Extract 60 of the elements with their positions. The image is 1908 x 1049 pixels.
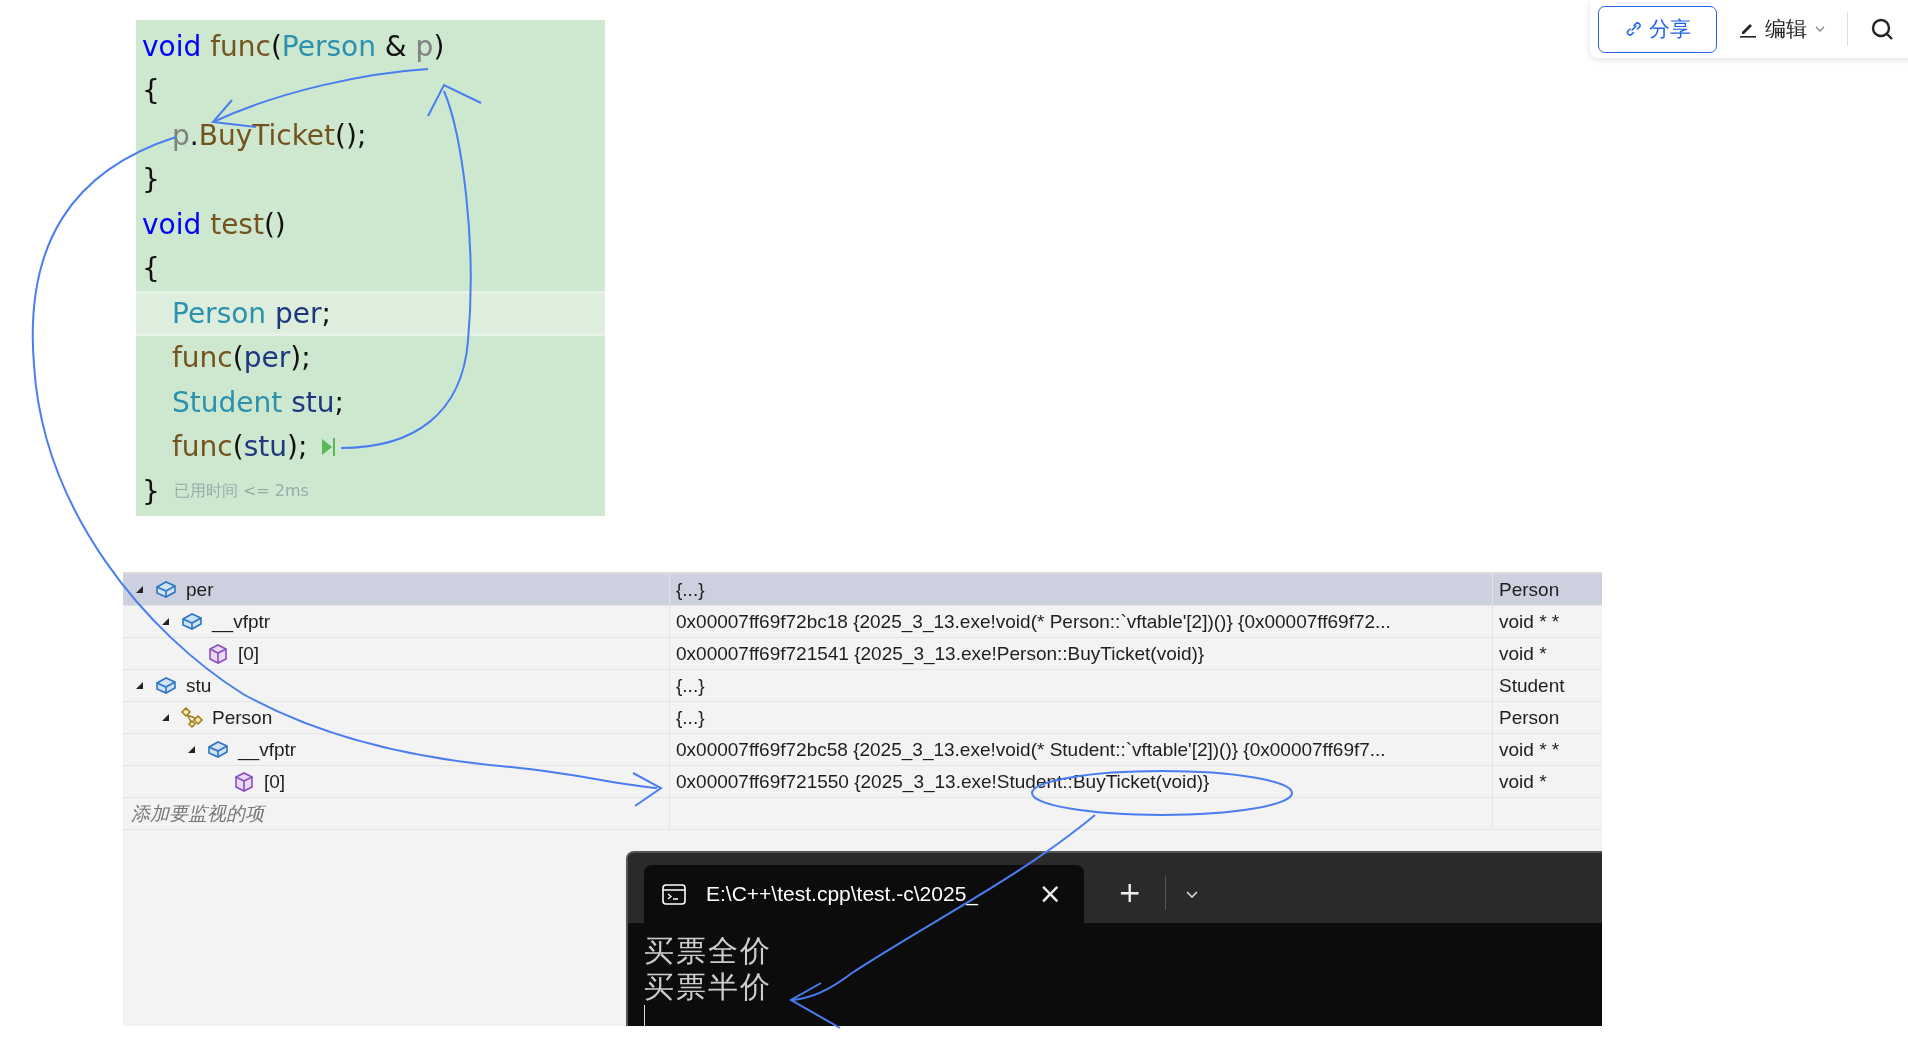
text-cursor: [644, 1005, 645, 1026]
variable-value: 0x00007ff69f721541 {2025_3_13.exe!Person::BuyTicket(void)}: [676, 642, 1205, 665]
watch-row[interactable]: Person {...} Person: [123, 702, 1602, 734]
variable-name: [0]: [264, 770, 286, 793]
variable-value: 0x00007ff69f72bc18 {2025_3_13.exe!void(* Person::`vftable'[2])()} {0x00007ff69f72...: [676, 610, 1391, 633]
link-icon: [1624, 21, 1641, 37]
variable-name: stu: [186, 674, 212, 697]
tab-title: E:\C++\test.cpp\test.-c\2025_: [706, 882, 980, 906]
variable-name: __vfptr: [238, 738, 297, 761]
collapse-triangle-icon[interactable]: [187, 745, 196, 754]
variable-type: void *: [1499, 770, 1547, 793]
terminal-tab[interactable]: E:\C++\test.cpp\test.-c\2025_ ×: [644, 865, 1084, 923]
collapse-triangle-icon[interactable]: [161, 713, 170, 722]
variable-value: {...}: [676, 706, 705, 729]
add-watch-field[interactable]: 添加要监视的项: [131, 800, 264, 827]
watch-row[interactable]: [0] 0x00007ff69f721541 {2025_3_13.exe!Person::BuyTicket(void)} void *: [123, 638, 1602, 670]
code-line: func(stu);: [172, 430, 308, 464]
class-hierarchy-icon: [180, 705, 204, 730]
watch-row[interactable]: stu {...} Student: [123, 670, 1602, 702]
code-line: p.BuyTicket();: [172, 118, 367, 152]
elapsed-time-hint: 已用时间 <= 2ms: [173, 480, 309, 502]
cube-icon: [232, 769, 256, 794]
code-line: Student stu;: [172, 385, 344, 419]
code-line: Person per;: [172, 296, 331, 330]
output-line: 买票全价: [644, 933, 773, 969]
variable-type: Person: [1499, 706, 1560, 729]
cube-icon: [206, 641, 230, 666]
variable-name: Person: [212, 706, 273, 729]
search-icon[interactable]: [1870, 17, 1894, 41]
variable-value: {...}: [676, 674, 705, 697]
variable-value: {...}: [676, 578, 705, 601]
code-line: }: [142, 163, 160, 197]
variable-type: Student: [1499, 674, 1565, 697]
variable-type: void * *: [1499, 738, 1560, 761]
variable-name: per: [186, 578, 214, 601]
code-line: func(per);: [172, 341, 311, 375]
watch-row[interactable]: __vfptr 0x00007ff69f72bc18 {2025_3_13.exe!void(* Person::`vftable'[2])()} {0x00007ff69f72... void * *: [123, 606, 1602, 638]
terminal-icon: [662, 882, 686, 906]
code-line: void test(): [142, 207, 286, 241]
code-line: void func(Person & p): [142, 29, 445, 63]
edit-button[interactable]: 编辑: [1739, 15, 1825, 43]
code-line: {: [142, 252, 160, 286]
variable-type: Person: [1499, 578, 1560, 601]
collapse-triangle-icon[interactable]: [135, 585, 144, 594]
code-line: {: [142, 74, 160, 108]
variable-value: 0x00007ff69f72bc58 {2025_3_13.exe!void(* Student::`vftable'[2])()} {0x00007ff69f7...: [676, 738, 1386, 761]
share-button[interactable]: 分享: [1598, 5, 1717, 53]
new-tab-button[interactable]: +: [1114, 879, 1146, 907]
collapse-triangle-icon[interactable]: [135, 681, 144, 690]
code-line: }: [142, 474, 160, 508]
chevron-down-icon: [1815, 26, 1825, 32]
variable-name: __vfptr: [212, 610, 271, 633]
variable-type: void * *: [1499, 610, 1560, 633]
output-line: 买票半价: [644, 969, 773, 1005]
collapse-triangle-icon[interactable]: [161, 617, 170, 626]
close-tab-button[interactable]: ×: [1034, 880, 1066, 908]
variable-type: void *: [1499, 642, 1547, 665]
chevron-down-icon[interactable]: [1186, 890, 1199, 898]
watch-row[interactable]: __vfptr 0x00007ff69f72bc58 {2025_3_13.exe!void(* Student::`vftable'[2])()} {0x00007ff69f7... void * *: [123, 734, 1602, 766]
variable-name: [0]: [238, 642, 260, 665]
